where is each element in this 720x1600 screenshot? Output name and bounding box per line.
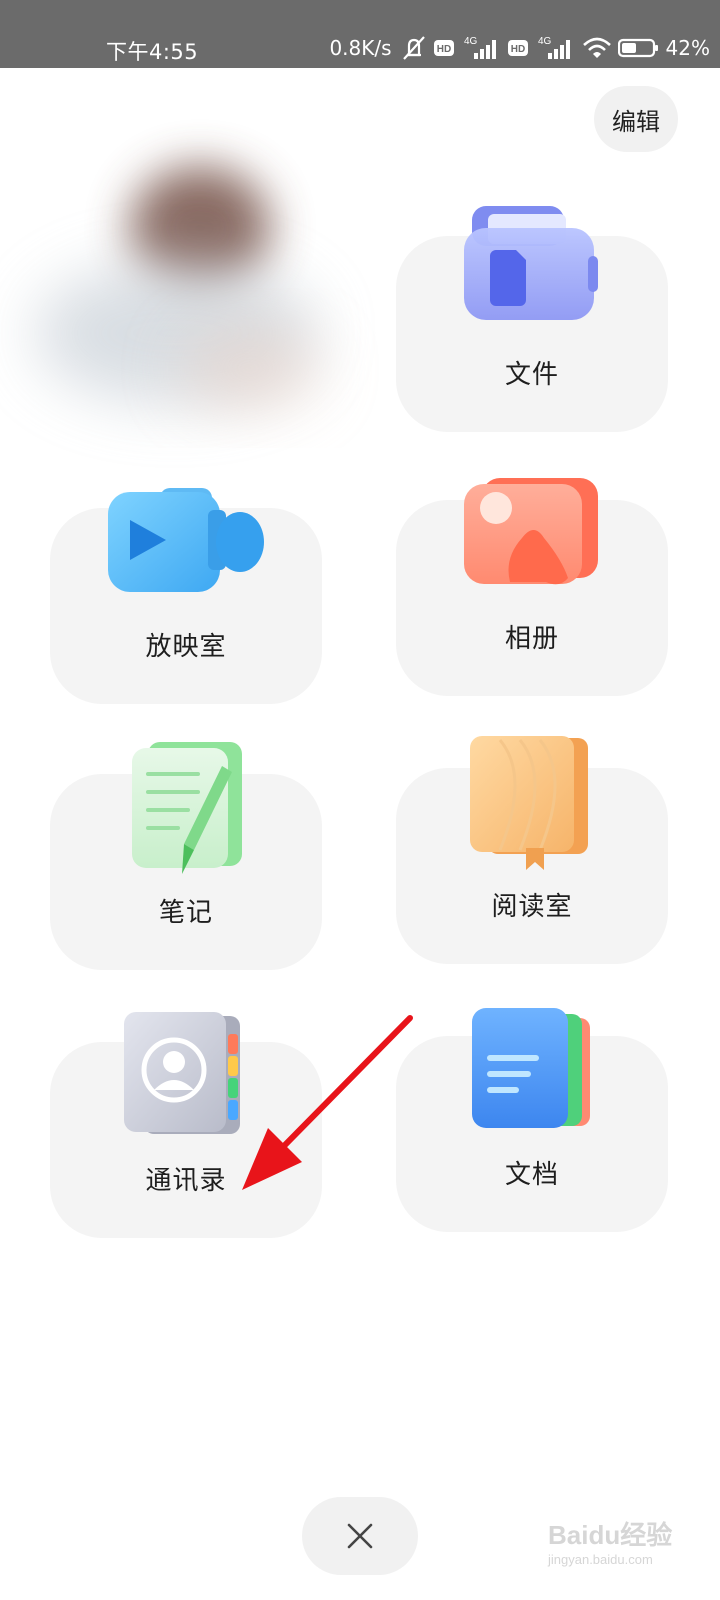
svg-text:HD: HD xyxy=(436,44,450,55)
svg-text:4G: 4G xyxy=(538,36,552,47)
document-icon xyxy=(472,1008,590,1128)
video-camera-icon xyxy=(108,488,264,592)
tile-label: 文档 xyxy=(504,1160,559,1190)
gallery-icon xyxy=(464,478,598,585)
close-icon xyxy=(347,1523,373,1549)
tile-label: 相册 xyxy=(504,624,559,654)
watermark-logo-text: Baidu经验 xyxy=(548,1520,673,1550)
status-icons: 0.8K/s HD 4G HD 4G 42% xyxy=(329,34,710,62)
tile-gallery[interactable]: 相册 xyxy=(396,478,668,696)
battery-level: 42% xyxy=(665,36,710,60)
annotation-arrow xyxy=(242,1015,413,1190)
status-bar: 下午4:55 0.8K/s HD 4G HD 4G 42% xyxy=(0,0,720,68)
baidu-watermark: Baidu经验 jingyan.baidu.com xyxy=(548,1515,672,1567)
wifi-icon xyxy=(582,37,611,58)
signal-4g-icon: 4G xyxy=(464,36,496,59)
tile-cinema[interactable]: 放映室 xyxy=(50,488,322,704)
tile-reading[interactable]: 阅读室 xyxy=(396,736,668,964)
network-speed: 0.8K/s xyxy=(329,36,392,60)
hd-icon: HD xyxy=(507,40,528,56)
tile-documents[interactable]: 文档 xyxy=(396,1008,668,1232)
mute-icon xyxy=(402,36,425,60)
profile-avatar[interactable] xyxy=(0,118,460,468)
tile-label: 放映室 xyxy=(145,632,227,662)
tile-files[interactable]: 文件 xyxy=(396,206,668,432)
signal-4g-icon: 4G xyxy=(538,36,570,59)
edit-button[interactable]: 编辑 xyxy=(594,86,678,152)
notes-icon xyxy=(132,742,242,874)
close-button[interactable] xyxy=(302,1497,418,1575)
tile-notes[interactable]: 笔记 xyxy=(50,742,322,970)
tile-label: 阅读室 xyxy=(491,892,573,922)
contacts-icon xyxy=(124,1012,240,1134)
svg-text:HD: HD xyxy=(510,44,524,55)
battery-icon xyxy=(617,38,658,58)
svg-text:4G: 4G xyxy=(464,36,478,47)
tile-label: 笔记 xyxy=(158,898,213,928)
folder-icon xyxy=(464,206,598,320)
book-icon xyxy=(470,736,588,870)
status-time: 下午4:55 xyxy=(106,40,199,64)
watermark-url: jingyan.baidu.com xyxy=(548,1552,653,1567)
tile-label: 文件 xyxy=(504,360,559,390)
hd-icon: HD xyxy=(433,40,454,56)
